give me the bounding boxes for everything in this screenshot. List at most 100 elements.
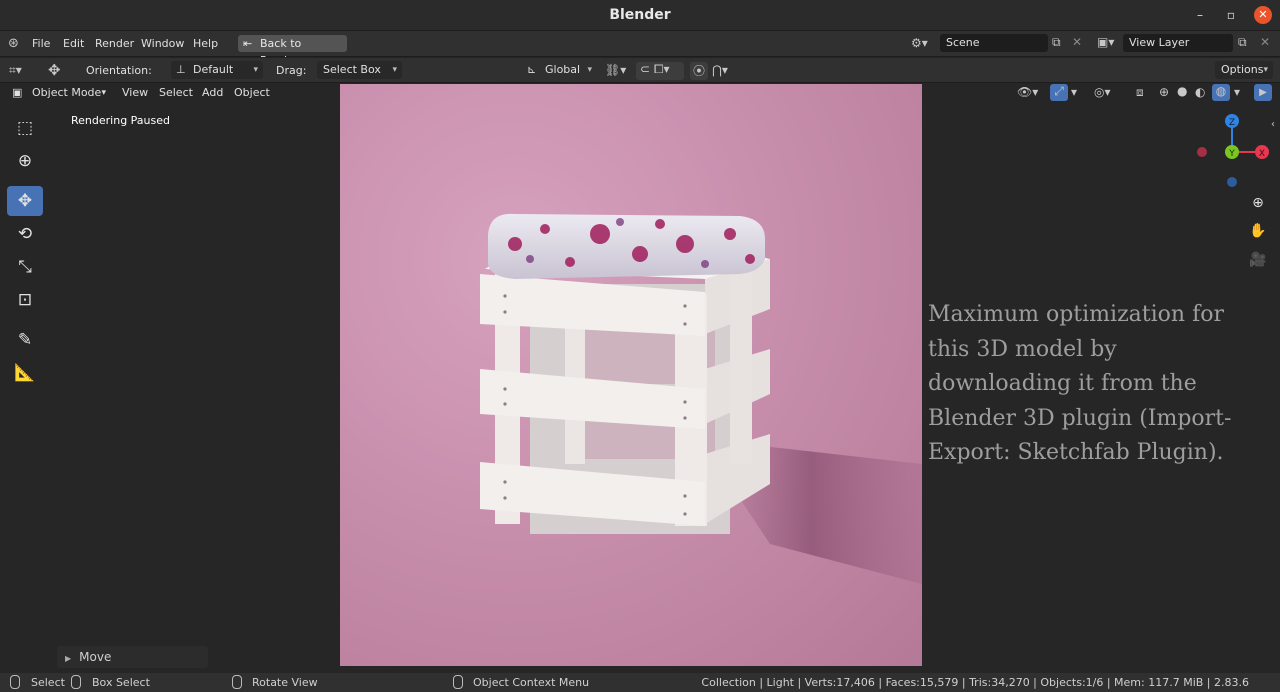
new-scene-icon[interactable]: ⧉ [1052,35,1061,50]
gizmo-neg-z-axis[interactable] [1227,177,1237,187]
cursor-tool[interactable]: ⊕ [7,146,43,176]
orientation-icon: ⊥ [176,63,186,76]
transform-orientation-dropdown[interactable]: ⊾ Global ▾ [523,61,597,79]
orientation-dropdown[interactable]: ⊥ Default ▾ [171,61,263,79]
gizmo-x-label: X [1259,149,1265,159]
play-render-icon[interactable]: ▶ [1254,84,1272,101]
3d-viewport[interactable]: ▣ Object Mode ▾ View Select Add Object 👁… [0,83,1280,673]
rotate-tool[interactable]: ⟲ [7,219,43,249]
wireframe-shading-icon[interactable]: ⊕ [1159,85,1169,99]
view-layer-field[interactable]: View Layer [1123,34,1233,52]
menu-select[interactable]: Select [159,86,193,99]
overlay-line-1: Maximum optimization for [928,302,1224,327]
mouse-drag-icon [71,675,81,689]
menu-add[interactable]: Add [202,86,223,99]
navigation-gizmo[interactable]: Z X Y [1190,111,1274,191]
sidebar-toggle-icon[interactable]: ‹ [1271,119,1275,130]
transform-icon: ⊡ [17,290,33,310]
last-operation-label: Move [79,650,112,664]
menu-window[interactable]: Window [141,37,184,50]
tool-icon[interactable]: ⌗▾ [9,63,22,78]
menu-help[interactable]: Help [193,37,218,50]
pan-hand-icon[interactable]: ✋ [1248,221,1268,241]
options-label: Options [1221,63,1264,76]
mouse-left-icon [10,675,20,689]
move-tool[interactable]: ✥ [7,186,43,216]
gizmo-neg-x-axis[interactable] [1197,147,1207,157]
orientation-label: Orientation: [86,64,152,77]
render-status-text: Rendering Paused [71,114,170,127]
scene-name-field[interactable]: Scene [940,34,1048,52]
new-view-layer-icon[interactable]: ⧉ [1238,35,1247,50]
overlay-line-4: Blender 3D plugin (Import- [928,405,1232,431]
menu-object[interactable]: Object [234,86,270,99]
material-shading-icon[interactable]: ◐ [1195,85,1205,99]
overlay-line-2: this 3D model by [928,336,1117,362]
expand-triangle-icon: ▶ [65,654,72,663]
back-to-previous-button[interactable]: ⇤ Back to Previous [238,35,347,67]
rotate-icon: ⟲ [17,224,33,244]
crosshair-icon: ⊕ [17,151,33,171]
chevron-down-icon: ▾ [1263,65,1268,75]
maximize-button[interactable]: ▫ [1222,6,1240,24]
window-title: Blender [609,7,671,23]
chevron-down-icon[interactable]: ▾ [1071,85,1077,99]
mode-value: Object Mode [32,86,102,99]
close-button[interactable]: ✕ [1254,6,1272,24]
move-tool-icon[interactable]: ✥ [48,61,61,79]
chevron-down-icon[interactable]: ▾ [1234,85,1240,99]
menu-view[interactable]: View [122,86,148,99]
xray-icon[interactable]: ⧈ [1136,85,1144,100]
scale-icon: ⤡ [18,257,32,277]
scene-icon[interactable]: ⚙▾ [911,36,928,50]
snap-icon[interactable]: ⊂ ⧠▾ [636,62,684,80]
falloff-icon[interactable]: ⋂▾ [712,63,728,77]
cursor-icon: ⬚ [16,118,34,138]
visibility-icon[interactable]: 👁▾ [1017,85,1038,99]
gizmo-toggle-icon[interactable]: ⤢ [1050,84,1068,101]
overlays-icon[interactable]: ◎▾ [1094,85,1111,99]
status-bar: Select Box Select Rotate View Object Con… [0,673,1280,692]
select-box-tool[interactable]: ⬚ [7,113,43,143]
delete-scene-icon[interactable]: ✕ [1072,35,1082,49]
gizmo-z-label: Z [1229,118,1235,128]
mouse-right-icon [453,675,463,689]
options-dropdown[interactable]: Options ▾ [1215,61,1273,79]
chevron-down-icon: ▾ [101,88,106,98]
overlay-line-3: downloading it from the [928,371,1197,396]
blender-logo-icon[interactable]: ⊛ [8,36,19,51]
drag-value: Select Box [323,63,381,76]
menu-file[interactable]: File [32,37,50,50]
measure-tool[interactable]: 📐 [7,358,43,388]
scale-tool[interactable]: ⤡ [7,252,43,282]
axis-icon: ⊾ [527,63,537,76]
proportional-edit-icon[interactable]: ⦿ [690,62,708,80]
chevron-down-icon: ▾ [253,65,258,75]
mode-dropdown[interactable]: ▣ Object Mode ▾ [6,84,110,102]
menu-render[interactable]: Render [95,37,134,50]
zoom-icon[interactable]: ⊕ [1248,193,1268,213]
object-mode-icon: ▣ [12,86,23,99]
delete-view-layer-icon[interactable]: ✕ [1260,35,1270,49]
transform-tool[interactable]: ⊡ [7,285,43,315]
last-operation-panel[interactable]: ▶ Move [57,646,208,668]
minimize-button[interactable]: – [1191,6,1209,24]
view-layer-icon[interactable]: ▣▾ [1097,35,1114,49]
drag-label: Drag: [276,64,307,77]
move-icon: ✥ [17,191,33,211]
tool-shelf: ⬚ ⊕ ✥ ⟲ ⤡ ⊡ ✎ 📐 [7,113,45,391]
chevron-down-icon: ▾ [392,65,397,75]
annotate-tool[interactable]: ✎ [7,325,43,355]
menu-edit[interactable]: Edit [63,37,84,50]
mouse-middle-icon [232,675,242,689]
solid-shading-icon[interactable]: ● [1177,84,1187,98]
stool-render-image [480,213,922,584]
ruler-icon: 📐 [14,363,36,383]
status-context-menu-hint: Object Context Menu [473,676,590,689]
title-bar: Blender – ▫ ✕ [0,0,1280,30]
camera-view-icon[interactable]: 🎥 [1248,250,1268,270]
drag-dropdown[interactable]: Select Box ▾ [317,61,402,79]
rendered-shading-icon[interactable]: ◍ [1212,84,1230,101]
chevron-down-icon: ▾ [587,65,592,75]
pivot-point-icon[interactable]: ⛓▾ [605,63,626,77]
